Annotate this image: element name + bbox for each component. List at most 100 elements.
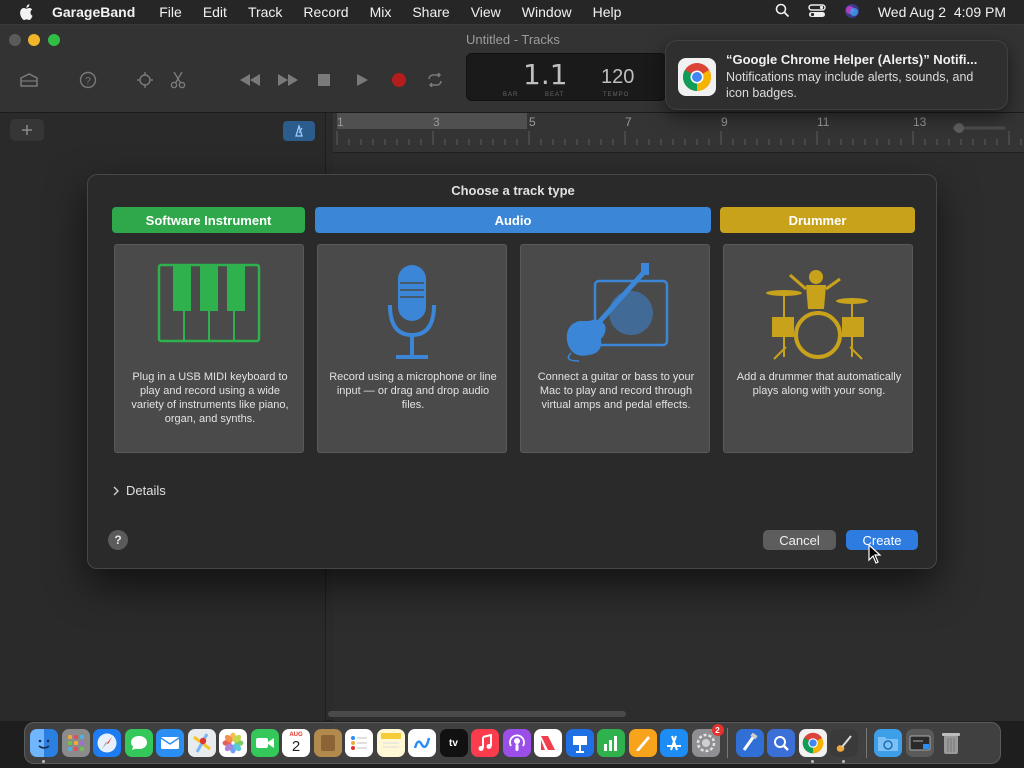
notes-brown-icon[interactable] [313, 729, 342, 757]
downloads-folder-icon[interactable] [874, 729, 902, 757]
library-icon[interactable] [18, 69, 40, 91]
xcode-icon[interactable] [735, 729, 764, 757]
zoom-slider[interactable] [949, 121, 1009, 135]
tv-label: tv [449, 737, 458, 749]
launchpad-icon[interactable] [61, 729, 90, 757]
window-close-button[interactable] [9, 34, 21, 46]
record-icon[interactable] [388, 69, 410, 91]
svg-text:?: ? [85, 76, 91, 87]
chrome-notification-banner[interactable]: “Google Chrome Helper (Alerts)” Notifi..… [665, 40, 1008, 110]
ruler-ticks [336, 131, 1022, 145]
menu-help[interactable]: Help [593, 4, 622, 20]
numbers-icon[interactable] [597, 729, 625, 757]
screenshot-window-icon[interactable] [905, 729, 934, 757]
track-type-dialog: Choose a track type Software Instrument … [87, 174, 937, 569]
system-settings-icon[interactable]: 2 [691, 724, 724, 757]
menubar-datetime[interactable]: Wed Aug 2 4:09 PM [878, 4, 1006, 20]
cycle-region[interactable] [337, 113, 527, 129]
control-center-icon[interactable] [808, 3, 826, 21]
ruler-mark: 1 [337, 115, 344, 129]
menu-edit[interactable]: Edit [203, 4, 227, 20]
window-zoom-button[interactable] [48, 34, 60, 46]
siri-icon[interactable] [844, 3, 860, 22]
google-chrome-dock-icon[interactable] [798, 729, 827, 763]
preview-icon[interactable] [767, 729, 795, 757]
smart-tempo-button[interactable] [283, 121, 315, 141]
lcd-display[interactable]: 1.1 120 BAR BEAT TEMPO [466, 53, 666, 101]
guitar-amp-icon [521, 263, 709, 363]
details-disclosure[interactable]: Details [112, 483, 166, 498]
menu-track[interactable]: Track [248, 4, 282, 20]
microphone-icon [318, 263, 506, 363]
menu-share[interactable]: Share [412, 4, 449, 20]
keyboard-icon [115, 263, 303, 363]
horizontal-scrollbar[interactable] [328, 711, 626, 717]
smart-controls-icon[interactable] [134, 69, 156, 91]
messages-icon[interactable] [124, 729, 153, 757]
metronome-icon [295, 125, 303, 137]
apple-tv-icon[interactable]: tv [439, 729, 468, 757]
software-instrument-button[interactable]: Software Instrument [112, 207, 305, 233]
reminders-icon[interactable] [345, 729, 373, 757]
podcasts-icon[interactable] [502, 729, 531, 757]
audio-microphone-card[interactable]: Record using a microphone or line input … [317, 244, 507, 453]
ruler-mark: 5 [529, 115, 536, 129]
details-label: Details [126, 483, 166, 498]
music-icon[interactable] [471, 729, 499, 757]
menu-window[interactable]: Window [522, 4, 572, 20]
drum-kit-icon [724, 263, 912, 363]
cycle-icon[interactable] [424, 69, 446, 91]
play-icon[interactable] [351, 69, 373, 91]
ruler-mark: 9 [721, 115, 728, 129]
dock: AUG 2 tv 2 [24, 722, 1001, 764]
software-instrument-description: Plug in a USB MIDI keyboard to play and … [131, 371, 289, 425]
apple-menu-icon[interactable] [16, 2, 36, 22]
lcd-label-beat: BEAT [545, 92, 565, 98]
settings-badge: 2 [711, 724, 724, 736]
garageband-icon[interactable] [830, 729, 858, 763]
rewind-icon[interactable] [237, 69, 263, 91]
trash-icon[interactable] [937, 729, 965, 757]
calendar-icon[interactable]: AUG 2 [282, 729, 310, 757]
finder-icon[interactable] [30, 729, 58, 763]
chevron-right-icon [113, 486, 119, 495]
cancel-button[interactable]: Cancel [763, 530, 836, 550]
menu-app-name[interactable]: GarageBand [52, 4, 135, 20]
menu-file[interactable]: File [159, 4, 182, 20]
add-track-button[interactable] [10, 119, 44, 141]
audio-guitar-card[interactable]: Connect a guitar or bass to your Mac to … [520, 244, 710, 453]
software-instrument-card[interactable]: Plug in a USB MIDI keyboard to play and … [114, 244, 304, 453]
drummer-button[interactable]: Drummer [720, 207, 915, 233]
create-button[interactable]: Create [846, 530, 918, 550]
maps-icon[interactable] [187, 729, 216, 757]
lcd-tempo: 120 [601, 66, 635, 88]
quick-help-icon[interactable]: ? [77, 69, 99, 91]
editors-scissors-icon[interactable] [167, 69, 189, 91]
safari-icon[interactable] [93, 729, 121, 757]
app-store-icon[interactable] [660, 729, 688, 757]
menu-view[interactable]: View [471, 4, 501, 20]
photos-icon[interactable] [219, 729, 247, 757]
window-minimize-button[interactable] [28, 34, 40, 46]
menu-mix[interactable]: Mix [370, 4, 392, 20]
keynote-icon[interactable] [565, 729, 594, 757]
drummer-card[interactable]: Add a drummer that automatically plays a… [723, 244, 913, 453]
ruler-mark: 13 [913, 115, 927, 129]
freeform-icon[interactable] [408, 729, 436, 757]
stop-icon[interactable] [313, 69, 335, 91]
notes-icon[interactable] [376, 729, 405, 757]
news-icon[interactable] [534, 729, 562, 757]
help-button[interactable]: ? [108, 530, 128, 550]
mail-icon[interactable] [156, 729, 184, 757]
spotlight-search-icon[interactable] [775, 3, 790, 21]
timeline-ruler[interactable]: 1 3 5 7 9 11 13 [333, 113, 1024, 153]
pages-icon[interactable] [628, 729, 657, 757]
menu-record[interactable]: Record [303, 4, 348, 20]
plus-icon [22, 125, 32, 135]
audio-button[interactable]: Audio [315, 207, 711, 233]
lcd-position: 1.1 [523, 58, 568, 91]
facetime-icon[interactable] [250, 729, 279, 757]
dock-separator [865, 728, 867, 758]
window-title: Untitled - Tracks [466, 32, 560, 47]
fast-forward-icon[interactable] [275, 69, 301, 91]
